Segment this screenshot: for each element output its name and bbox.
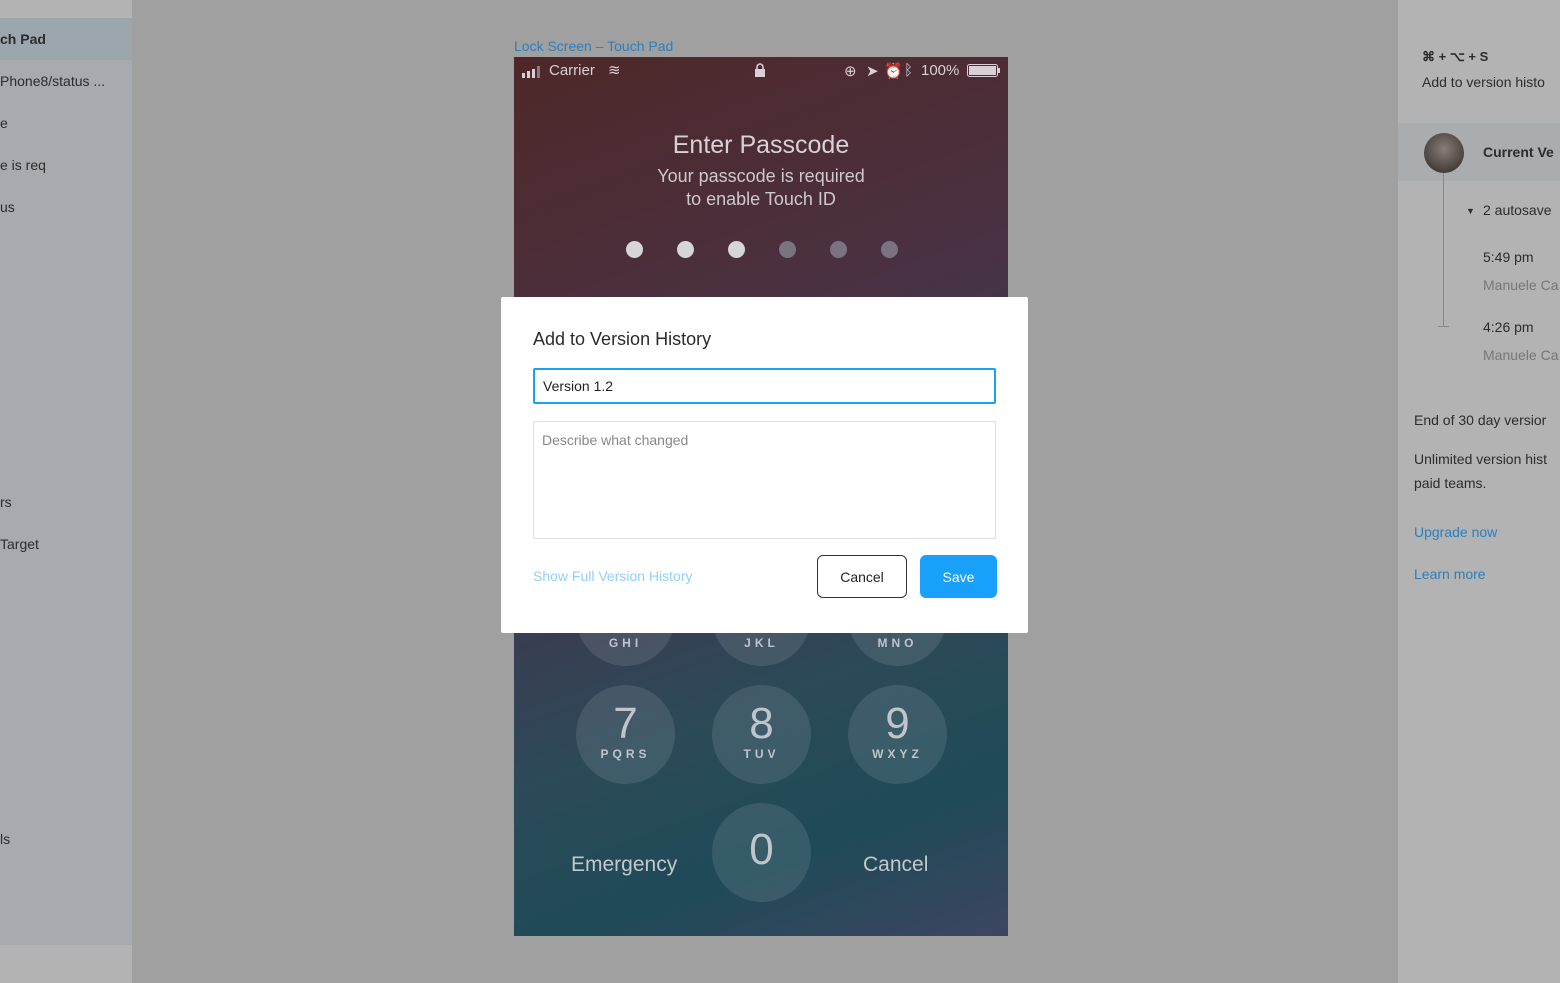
unlimited-text: Unlimited version hist <box>1414 451 1548 467</box>
layers-list: ch Pad Phone8/status ... e e is req us r… <box>0 18 132 945</box>
cancel-button[interactable]: Cancel <box>817 555 907 598</box>
show-full-history-link[interactable]: Show Full Version History <box>533 568 693 584</box>
learn-more-link[interactable]: Learn more <box>1414 566 1486 582</box>
key-letters: JKL <box>744 636 779 650</box>
carrier-label: Carrier <box>549 62 595 79</box>
layer-item[interactable]: e is req <box>0 144 132 186</box>
layer-item[interactable]: ls <box>0 818 132 860</box>
dialog-title: Add to Version History <box>533 329 712 349</box>
key-8[interactable]: 8 TUV <box>712 685 811 784</box>
version-history-panel: ⌘ + ⌥ + S Add to version histo Current V… <box>1398 0 1560 983</box>
key-0[interactable]: 0 <box>712 803 811 902</box>
save-button[interactable]: Save <box>920 555 997 598</box>
passcode-subtitle: Your passcode is required to enable Touch… <box>514 165 1008 211</box>
passcode-dot <box>626 241 643 258</box>
layers-panel: ch Pad Phone8/status ... e e is req us r… <box>0 0 132 983</box>
avatar <box>1424 133 1464 173</box>
version-author: Manuele Ca <box>1483 347 1559 363</box>
upgrade-link[interactable]: Upgrade now <box>1414 524 1497 540</box>
layer-item[interactable]: Phone8/status ... <box>0 60 132 102</box>
passcode-dot <box>881 241 898 258</box>
emergency-button[interactable]: Emergency <box>571 853 677 877</box>
subtitle-line: Your passcode is required <box>657 166 865 186</box>
version-time[interactable]: 4:26 pm <box>1483 319 1534 335</box>
status-bar: Carrier ≋ ⊕ ➤ ⏰ ᛒ 100% <box>514 62 1008 82</box>
passcode-dot <box>830 241 847 258</box>
wifi-icon: ≋ <box>608 62 621 79</box>
unlimited-text: paid teams. <box>1414 475 1487 491</box>
battery-percent: 100% <box>921 62 960 79</box>
description-input[interactable] <box>533 421 996 539</box>
passcode-title: Enter Passcode <box>672 131 850 159</box>
key-9[interactable]: 9 WXYZ <box>848 685 947 784</box>
bluetooth-icon: ᛒ <box>904 62 914 79</box>
key-letters: GHI <box>608 636 643 650</box>
subtitle-line: to enable Touch ID <box>686 189 836 209</box>
autosave-toggle[interactable]: 2 autosave <box>1483 202 1552 218</box>
version-time[interactable]: 5:49 pm <box>1483 249 1534 265</box>
rotation-lock-icon: ⊕ <box>844 63 857 80</box>
layer-item[interactable]: us <box>0 186 132 228</box>
end-of-history-text: End of 30 day versior <box>1414 412 1547 428</box>
version-author: Manuele Ca <box>1483 277 1559 293</box>
add-version-dialog: Add to Version History Show Full Version… <box>501 297 1028 633</box>
current-version-label: Current Ve <box>1483 144 1554 160</box>
lock-icon <box>754 63 766 81</box>
passcode-dot <box>677 241 694 258</box>
layer-item[interactable]: Target <box>0 523 132 565</box>
timeline-end <box>1438 326 1449 327</box>
key-letters: MNO <box>877 636 918 650</box>
layer-item[interactable]: rs <box>0 481 132 523</box>
passcode-dot <box>728 241 745 258</box>
timeline-line <box>1443 173 1444 327</box>
triangle-down-icon[interactable]: ▼ <box>1466 206 1475 216</box>
layer-item[interactable]: e <box>0 102 132 144</box>
signal-icon <box>522 65 544 82</box>
passcode-dot <box>779 241 796 258</box>
version-name-input[interactable] <box>533 368 996 404</box>
alarm-icon: ⏰ <box>884 63 903 80</box>
key-7[interactable]: 7 PQRS <box>576 685 675 784</box>
layer-item[interactable]: ch Pad <box>0 18 132 60</box>
shortcut-label: ⌘ + ⌥ + S <box>1422 49 1489 64</box>
frame-label[interactable]: Lock Screen – Touch Pad <box>514 38 673 54</box>
phone-cancel-button[interactable]: Cancel <box>863 853 928 877</box>
shortcut-description: Add to version histo <box>1422 74 1545 90</box>
battery-icon <box>967 64 1001 81</box>
location-icon: ➤ <box>866 63 879 80</box>
